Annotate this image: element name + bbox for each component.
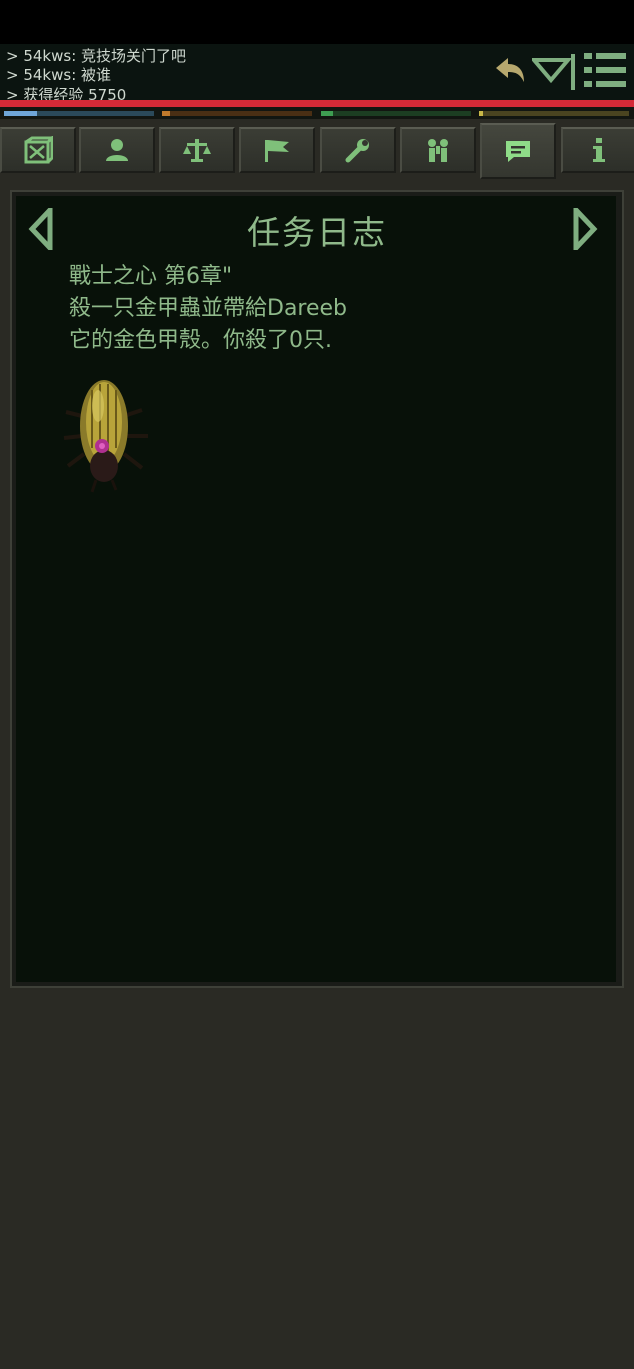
experience-bar-fill — [479, 111, 483, 116]
wrench-icon — [345, 139, 369, 163]
message-icon — [506, 141, 530, 162]
flag-icon — [265, 140, 289, 162]
meter-strip — [0, 107, 634, 119]
tab-skills[interactable] — [159, 127, 235, 173]
balance-icon — [183, 139, 211, 162]
quest-name: 戰士之心 第6章" — [69, 264, 233, 289]
collapse-icon[interactable] — [529, 54, 576, 94]
group-icon — [428, 139, 448, 162]
menu-icon[interactable] — [584, 50, 628, 94]
tab-map[interactable] — [239, 127, 315, 173]
page-title: 任务日志 — [247, 213, 387, 252]
tab-bar — [0, 123, 634, 179]
quest-description: 殺一只金甲蟲並帶給Dareeb — [69, 296, 348, 321]
status-bar — [0, 0, 634, 44]
tab-craft[interactable] — [320, 127, 396, 173]
chat-log[interactable]: > 54kws: 竞技场关门了吧 > 54kws: 被谁 > 获得经验 5750 — [0, 44, 634, 104]
tab-info[interactable] — [561, 127, 634, 173]
empty-area — [0, 992, 634, 1369]
golden-beetle-image — [62, 376, 152, 498]
tab-character[interactable] — [79, 127, 155, 173]
stamina-bar-bg — [321, 111, 471, 116]
health-bar-fill — [4, 111, 37, 116]
chat-line: > 54kws: 竞技场关门了吧 — [6, 47, 187, 65]
info-icon — [593, 138, 605, 162]
alert-bar — [0, 100, 634, 107]
tab-inventory[interactable] — [0, 127, 76, 173]
person-icon — [106, 139, 128, 161]
reply-icon[interactable] — [494, 56, 526, 88]
stamina-bar-fill — [321, 111, 333, 116]
mana-bar-bg — [162, 111, 312, 116]
experience-bar-bg — [479, 111, 629, 116]
mana-bar-fill — [162, 111, 170, 116]
chat-line: > 54kws: 被谁 — [6, 66, 112, 84]
quest-progress: 它的金色甲殼。你殺了0只. — [69, 328, 332, 353]
tab-party[interactable] — [400, 127, 476, 173]
box-icon — [24, 136, 53, 164]
tab-quests[interactable] — [480, 123, 556, 179]
